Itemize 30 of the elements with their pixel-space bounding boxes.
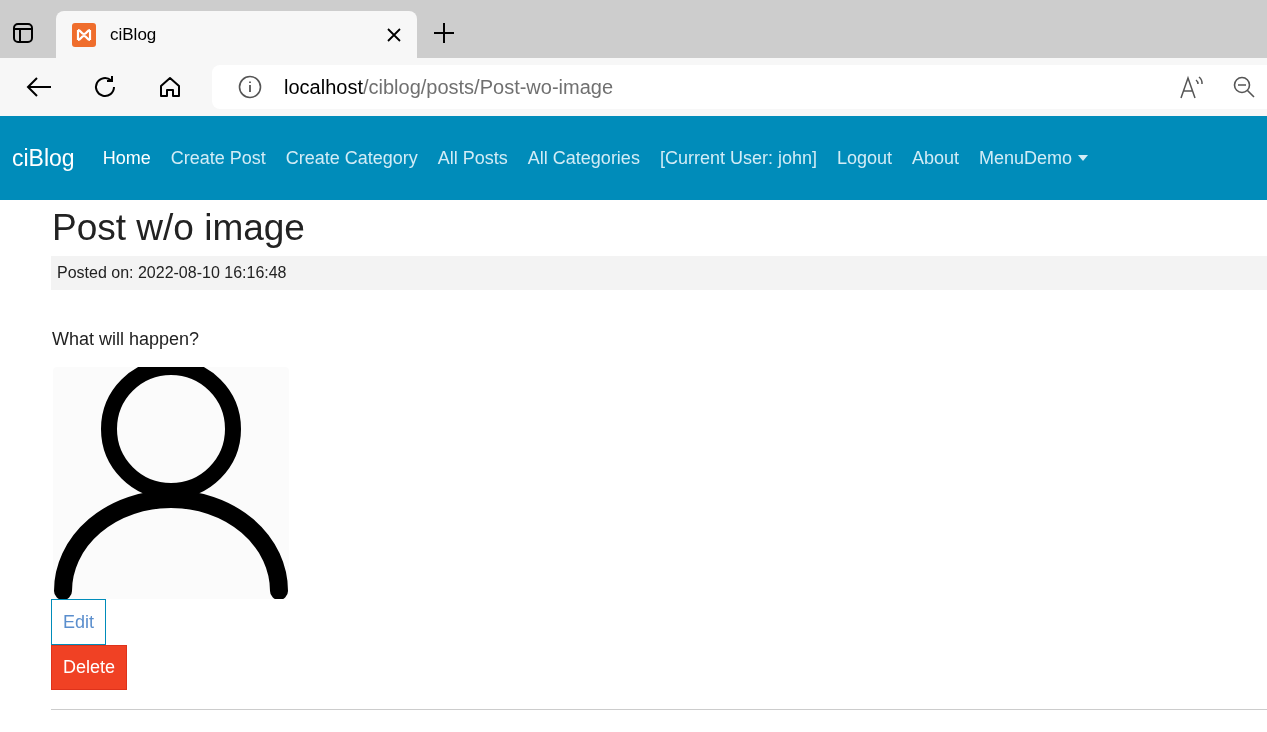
nav-link[interactable]: About (912, 144, 960, 172)
brand-link[interactable]: ciBlog (12, 140, 75, 176)
sidebar-icon[interactable] (12, 22, 34, 44)
home-icon[interactable] (158, 75, 182, 99)
zoom-out-icon[interactable] (1233, 76, 1255, 98)
refresh-icon[interactable] (92, 74, 118, 100)
app-logo-icon (72, 22, 96, 47)
nav-link[interactable]: Create Category (285, 144, 418, 172)
nav-link[interactable]: All Categories (527, 144, 640, 172)
url-host: localhost (284, 76, 363, 98)
info-icon (238, 75, 262, 99)
nav-link[interactable]: MenuDemo (979, 144, 1089, 172)
close-icon[interactable] (387, 27, 401, 42)
post-meta: Posted on: 2022-08-10 16:16:48 (51, 256, 1267, 290)
read-aloud-icon[interactable] (1179, 74, 1205, 100)
nav-link[interactable]: Home (102, 144, 151, 172)
nav-link[interactable]: Create Post (170, 144, 266, 172)
tab-title: ciBlog (110, 23, 158, 46)
nav-link[interactable]: All Posts (437, 144, 508, 172)
post-title: Post w/o image (52, 206, 306, 250)
back-icon[interactable] (26, 76, 52, 98)
address-bar[interactable]: localhost/ciblog/posts/Post-wo-image (212, 65, 1267, 109)
browser-tab[interactable]: ciBlog (56, 11, 417, 58)
url-path: /ciblog/posts/Post-wo-image (362, 76, 614, 98)
edit-button[interactable]: Edit (51, 599, 107, 645)
post-body: What will happen? (52, 328, 201, 351)
delete-button[interactable]: Delete (51, 645, 128, 690)
nav-link[interactable]: Logout (836, 144, 892, 172)
nav-link[interactable]: [Current User: john] (659, 144, 817, 172)
new-tab-icon[interactable] (433, 22, 455, 44)
